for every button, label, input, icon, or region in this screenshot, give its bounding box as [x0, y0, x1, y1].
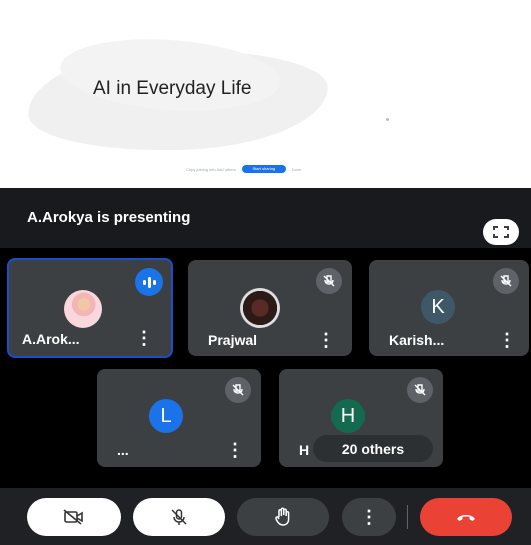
- raise-hand-button[interactable]: [237, 498, 329, 536]
- fullscreen-icon: [493, 226, 509, 238]
- slide-dot: [386, 118, 389, 121]
- camera-off-icon: [63, 509, 83, 525]
- participant-name: Karish...: [389, 332, 445, 348]
- more-vert-icon[interactable]: ⋮: [317, 331, 335, 349]
- participant-tile-l[interactable]: L ... ⋮: [97, 369, 261, 467]
- avatar-initial: H: [340, 404, 356, 427]
- avatar-initial: K: [431, 295, 445, 318]
- participant-name: ...: [117, 442, 129, 458]
- others-count-pill[interactable]: 20 others: [313, 435, 433, 462]
- mic-off-icon: [493, 268, 519, 294]
- participant-tile-prajwal[interactable]: Prajwal ⋮: [188, 260, 352, 356]
- more-options-icon: ⋮: [360, 506, 378, 527]
- end-call-icon: [457, 515, 475, 521]
- mic-off-icon: [225, 377, 251, 403]
- more-vert-icon[interactable]: ⋮: [135, 329, 153, 347]
- mic-off-icon: [171, 509, 187, 525]
- avatar: [64, 290, 102, 328]
- participant-tile-arokya[interactable]: A.Arok... ⋮: [7, 258, 173, 358]
- controls-divider: [407, 505, 408, 529]
- participant-name: H: [299, 442, 310, 458]
- slide-title: AI in Everyday Life: [93, 78, 252, 99]
- avatar: H: [331, 399, 365, 433]
- avatar: [240, 288, 280, 328]
- raise-hand-icon: [275, 507, 290, 526]
- participant-name: A.Arok...: [22, 331, 80, 347]
- more-vert-icon[interactable]: ⋮: [226, 441, 244, 459]
- more-vert-icon[interactable]: ⋮: [498, 331, 516, 349]
- slide-toolbar-after: Done: [291, 166, 302, 172]
- presenting-label: A.Arokya is presenting: [27, 209, 191, 226]
- presented-slide: AI in Everyday Life Copy joining info Ad…: [0, 0, 531, 188]
- participant-tile-karish[interactable]: K Karish... ⋮: [369, 260, 529, 356]
- slide-toolbar-text: Copy joining info Add others: [186, 166, 236, 172]
- end-call-button[interactable]: [420, 498, 512, 536]
- presenting-bar: A.Arokya is presenting: [0, 188, 531, 248]
- camera-toggle-button[interactable]: [27, 498, 121, 536]
- speaking-indicator-icon: [135, 268, 163, 296]
- mic-off-icon: [316, 268, 342, 294]
- more-options-button[interactable]: ⋮: [342, 498, 396, 536]
- slide-toolbar: Copy joining info Add others Start shari…: [186, 165, 301, 173]
- avatar: K: [421, 290, 455, 324]
- mic-toggle-button[interactable]: [133, 498, 225, 536]
- slide-toolbar-button: Start sharing: [241, 165, 286, 173]
- mic-off-icon: [407, 377, 433, 403]
- avatar: L: [149, 399, 183, 433]
- participant-name: Prajwal: [208, 332, 258, 348]
- avatar-initial: L: [160, 404, 172, 427]
- fullscreen-button[interactable]: [483, 219, 519, 245]
